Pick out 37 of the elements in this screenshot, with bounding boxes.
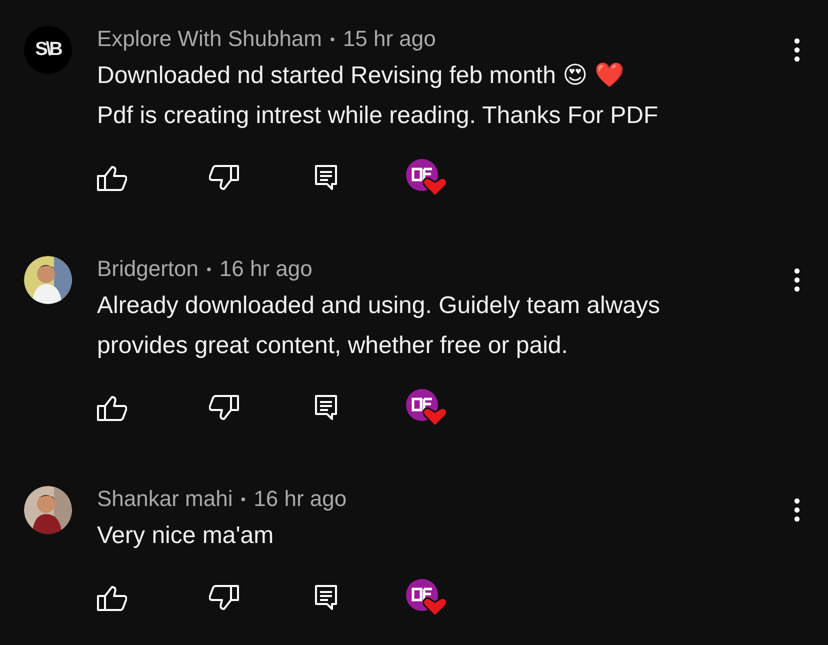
like-button[interactable] <box>97 165 127 191</box>
author-name[interactable]: Bridgerton <box>97 256 199 282</box>
comment-icon <box>315 395 337 421</box>
thumbs-up-icon <box>97 165 127 191</box>
comment-icon <box>315 165 337 191</box>
dislike-button[interactable] <box>209 395 239 421</box>
more-options-icon <box>794 498 800 522</box>
comment-text: Downloaded nd started Revising feb month 😍 ❤ Pdf is creating intrest while reading. Thanks For PDF <box>97 61 660 131</box>
separator-dot: • <box>206 261 212 277</box>
comment-text: Very nice ma'am <box>97 521 275 551</box>
separator-dot: • <box>240 491 246 507</box>
more-options-button[interactable] <box>794 498 800 522</box>
dislike-button[interactable] <box>209 165 239 191</box>
more-options-icon <box>794 268 800 292</box>
timestamp: 16 hr ago <box>219 256 312 282</box>
more-options-button[interactable] <box>794 268 800 292</box>
dislike-button[interactable] <box>209 585 239 611</box>
reply-button[interactable] <box>315 585 337 611</box>
like-button[interactable] <box>97 585 127 611</box>
more-options-icon <box>794 38 800 62</box>
more-options-button[interactable] <box>794 38 800 62</box>
separator-dot: • <box>330 31 335 47</box>
reply-button[interactable] <box>315 395 337 421</box>
thumbs-down-icon <box>209 585 239 611</box>
timestamp: 15 hr ago <box>342 26 436 52</box>
channel-avatar[interactable]: S\B <box>24 26 72 74</box>
reply-button[interactable] <box>315 165 337 191</box>
thumbs-down-icon <box>209 165 239 191</box>
author-name[interactable]: Shankar mahi <box>97 486 233 512</box>
comment-icon <box>315 585 337 611</box>
like-button[interactable] <box>97 395 127 421</box>
comment-text: Already downloaded and using. Guidely team always provides great content, whether free or paid. <box>97 291 662 361</box>
thumbs-up-icon <box>97 395 127 421</box>
thumbs-up-icon <box>97 585 127 611</box>
timestamp: 16 hr ago <box>254 486 347 512</box>
thumbs-down-icon <box>209 395 239 421</box>
author-name[interactable]: Explore With Shubham <box>97 26 322 52</box>
